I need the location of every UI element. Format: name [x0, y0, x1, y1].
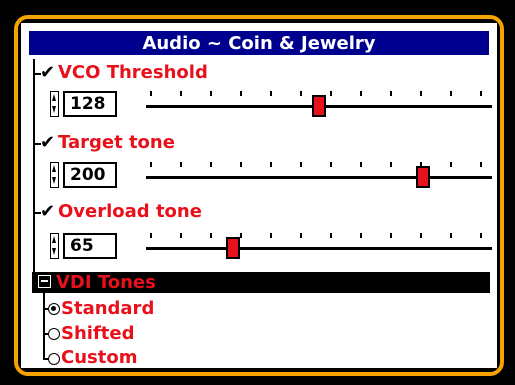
checkmark-icon: ✔ — [40, 132, 56, 153]
radio-custom[interactable] — [48, 353, 60, 365]
option-shifted-label[interactable]: Shifted — [61, 323, 134, 345]
slider-track — [146, 176, 492, 179]
slider-tick — [210, 162, 212, 167]
slider-tick — [270, 91, 272, 96]
slider-tick — [210, 91, 212, 96]
slider-tick — [270, 162, 272, 167]
stepper-arrows-icon[interactable] — [50, 91, 59, 117]
slider-tick — [180, 233, 182, 238]
slider-tick — [390, 233, 392, 238]
page-title: Audio ~ Coin & Jewelry — [28, 30, 490, 56]
radio-shifted[interactable] — [48, 328, 60, 340]
slider-thumb[interactable] — [312, 95, 326, 117]
menu-screen: Audio ~ Coin & Jewelry ✔ VCO Threshold 1… — [21, 23, 497, 368]
slider-tick — [150, 91, 152, 96]
slider-tick — [180, 91, 182, 96]
slider-tick — [450, 162, 452, 167]
slider-tick — [240, 91, 242, 96]
tree-connector-main — [33, 59, 35, 273]
slider-tick — [330, 91, 332, 96]
slider-tick — [240, 162, 242, 167]
slider-tick — [420, 162, 422, 167]
slider-tick — [360, 91, 362, 96]
slider-tick — [300, 233, 302, 238]
vco-threshold-value[interactable]: 128 — [63, 91, 117, 117]
option-standard-label[interactable]: Standard — [61, 298, 154, 320]
slider-tick — [450, 91, 452, 96]
setting-label-vco-threshold[interactable]: VCO Threshold — [58, 63, 208, 83]
stepper-arrows-icon[interactable] — [50, 162, 59, 188]
slider-tick — [450, 233, 452, 238]
slider-tick — [480, 91, 482, 96]
slider-tick — [330, 162, 332, 167]
slider-thumb[interactable] — [225, 237, 240, 259]
slider-tick — [240, 233, 242, 238]
overload-tone-value[interactable]: 65 — [63, 233, 117, 259]
option-custom-label[interactable]: Custom — [61, 347, 137, 368]
slider-tick — [150, 233, 152, 238]
slider-tick — [360, 233, 362, 238]
radio-standard[interactable] — [48, 303, 60, 315]
slider-tick — [330, 233, 332, 238]
slider-tick — [270, 233, 272, 238]
target-tone-value[interactable]: 200 — [63, 162, 117, 188]
slider-tick — [360, 162, 362, 167]
tree-connector-options — [43, 293, 45, 359]
slider-tick — [210, 233, 212, 238]
slider-tick — [300, 162, 302, 167]
slider-tick — [420, 233, 422, 238]
target-tone-slider[interactable] — [146, 160, 492, 190]
slider-tick — [180, 162, 182, 167]
slider-track — [146, 247, 492, 250]
slider-tick — [390, 162, 392, 167]
setting-label-overload-tone[interactable]: Overload tone — [58, 202, 202, 222]
slider-tick — [390, 91, 392, 96]
slider-thumb[interactable] — [415, 166, 430, 188]
collapse-icon[interactable] — [38, 275, 51, 288]
slider-tick — [300, 91, 302, 96]
vdi-tones-row[interactable]: VDI Tones — [32, 272, 490, 293]
checkmark-icon: ✔ — [40, 201, 56, 222]
slider-tick — [480, 233, 482, 238]
vco-threshold-slider[interactable] — [146, 89, 492, 119]
checkmark-icon: ✔ — [40, 62, 56, 83]
slider-tick — [150, 162, 152, 167]
slider-tick — [420, 91, 422, 96]
vdi-tones-label: VDI Tones — [56, 272, 156, 293]
stepper-arrows-icon[interactable] — [50, 233, 59, 259]
overload-tone-slider[interactable] — [146, 231, 492, 261]
setting-label-target-tone[interactable]: Target tone — [58, 133, 175, 153]
slider-tick — [480, 162, 482, 167]
